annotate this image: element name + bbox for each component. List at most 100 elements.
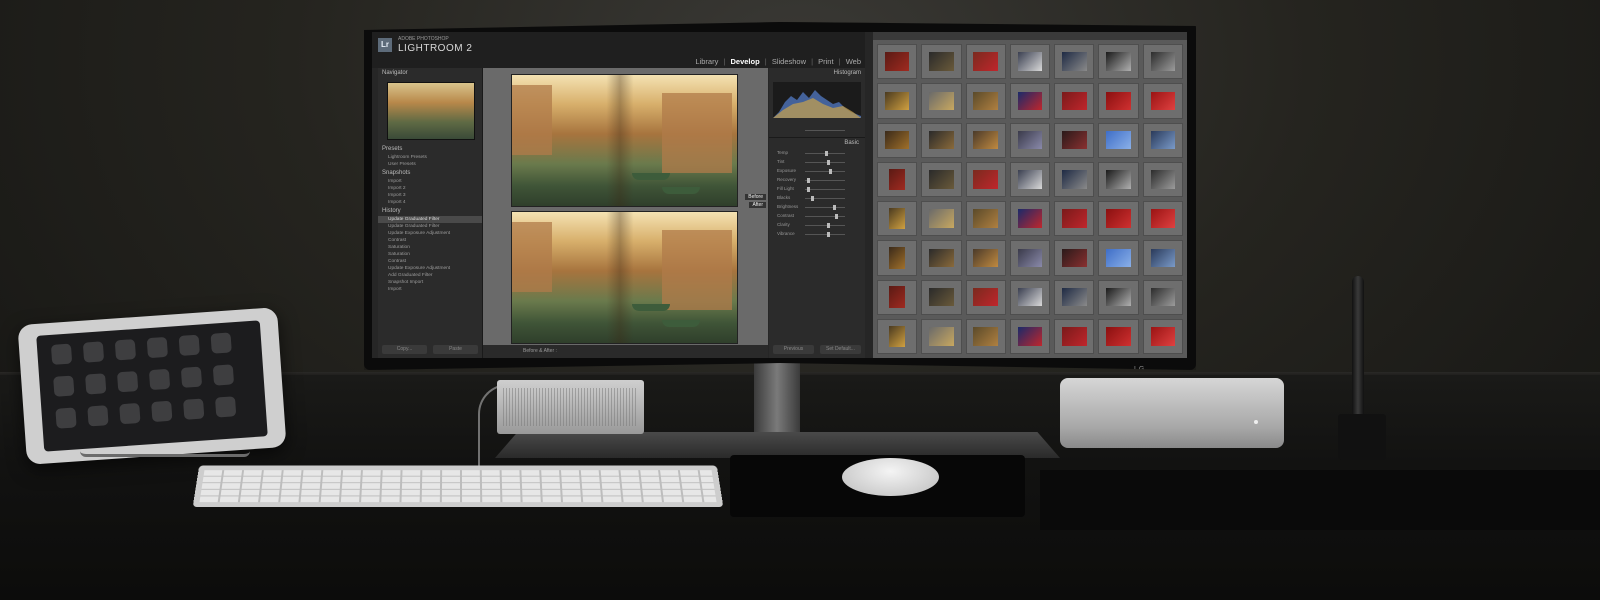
photo-thumbnail[interactable] — [877, 240, 918, 276]
photo-thumbnail[interactable] — [1142, 83, 1183, 119]
photo-thumbnail[interactable] — [1009, 83, 1051, 119]
preset-folder[interactable]: Lightroom Presets — [378, 154, 482, 161]
slider-blacks[interactable]: Blacks — [777, 195, 857, 202]
history-item[interactable]: Update Exposure Adjustment — [378, 230, 482, 237]
photo-thumbnail[interactable] — [965, 201, 1006, 237]
photo-thumbnail[interactable] — [1142, 44, 1183, 80]
photo-thumbnail[interactable] — [921, 83, 962, 119]
photo-thumbnail[interactable] — [921, 44, 962, 80]
slider-exposure[interactable]: Exposure — [777, 168, 857, 175]
set-default-button[interactable]: Set Default... — [820, 345, 861, 354]
slider-fill-light[interactable]: Fill Light — [777, 186, 857, 193]
photo-thumbnail[interactable] — [1098, 279, 1139, 315]
slider-vibrance[interactable]: Vibrance — [777, 231, 857, 238]
photo-thumbnail[interactable] — [1098, 201, 1139, 237]
slider-recovery[interactable]: Recovery — [777, 177, 857, 184]
photo-thumbnail[interactable] — [1009, 201, 1051, 237]
photo-thumbnail[interactable] — [1142, 240, 1183, 276]
photo-thumbnail[interactable] — [1054, 122, 1095, 158]
photo-thumbnail[interactable] — [1098, 83, 1139, 119]
photo-thumbnail[interactable] — [1098, 318, 1139, 354]
photo-thumbnail[interactable] — [877, 44, 918, 80]
photo-thumbnail[interactable] — [1142, 318, 1183, 354]
history-item[interactable]: Saturation — [378, 244, 482, 251]
before-photo[interactable] — [511, 74, 738, 207]
photo-thumbnail[interactable] — [1009, 122, 1051, 158]
snapshot-item[interactable]: Import — [378, 178, 482, 185]
photo-thumbnail[interactable] — [1009, 240, 1051, 276]
photo-thumbnail[interactable] — [1009, 279, 1051, 315]
history-item[interactable]: Saturation — [378, 251, 482, 258]
module-web[interactable]: Web — [846, 57, 861, 66]
photo-thumbnail[interactable] — [921, 161, 962, 197]
after-photo[interactable] — [511, 211, 738, 344]
photo-thumbnail[interactable] — [921, 201, 962, 237]
snapshots-header[interactable]: Snapshots — [378, 168, 482, 178]
paste-button[interactable]: Paste — [433, 345, 478, 354]
history-item[interactable]: Update Exposure Adjustment — [378, 265, 482, 272]
module-print[interactable]: Print — [818, 57, 833, 66]
photo-thumbnail[interactable] — [877, 122, 918, 158]
grid-toolbar[interactable] — [873, 32, 1187, 40]
module-develop[interactable]: Develop — [730, 57, 759, 66]
histogram-header[interactable]: Histogram — [769, 68, 865, 78]
photo-thumbnail[interactable] — [965, 161, 1006, 197]
photo-thumbnail[interactable] — [965, 83, 1006, 119]
photo-thumbnail[interactable] — [1009, 44, 1051, 80]
photo-thumbnail[interactable] — [877, 279, 918, 315]
history-item[interactable]: Add Graduated Filter — [378, 272, 482, 279]
photo-thumbnail[interactable] — [1142, 161, 1183, 197]
photo-thumbnail[interactable] — [1054, 83, 1095, 119]
develop-toolbar[interactable]: Before & After : — [483, 345, 768, 358]
basic-header[interactable]: Basic — [769, 137, 865, 148]
photo-thumbnail[interactable] — [1054, 279, 1095, 315]
photo-thumbnail[interactable] — [921, 318, 962, 354]
module-library[interactable]: Library — [695, 57, 718, 66]
snapshot-item[interactable]: Import 4 — [378, 199, 482, 206]
photo-thumbnail[interactable] — [1098, 122, 1139, 158]
photo-thumbnail[interactable] — [1098, 161, 1139, 197]
photo-thumbnail[interactable] — [965, 279, 1006, 315]
slider-contrast[interactable]: Contrast — [777, 213, 857, 220]
history-item[interactable]: Update Graduated Filter — [378, 216, 482, 223]
snapshot-item[interactable]: Import 2 — [378, 185, 482, 192]
photo-thumbnail[interactable] — [1054, 161, 1095, 197]
photo-thumbnail[interactable] — [1098, 240, 1139, 276]
photo-thumbnail[interactable] — [1009, 161, 1051, 197]
photo-thumbnail[interactable] — [1054, 201, 1095, 237]
photo-thumbnail[interactable] — [965, 122, 1006, 158]
tool-strip[interactable] — [777, 128, 857, 134]
photo-thumbnail[interactable] — [1098, 44, 1139, 80]
photo-thumbnail[interactable] — [965, 318, 1006, 354]
photo-thumbnail[interactable] — [877, 201, 918, 237]
photo-thumbnail[interactable] — [877, 83, 918, 119]
photo-thumbnail[interactable] — [965, 240, 1006, 276]
photo-thumbnail[interactable] — [1054, 240, 1095, 276]
photo-thumbnail[interactable] — [877, 161, 918, 197]
slider-temp[interactable]: Temp — [777, 150, 857, 157]
photo-thumbnail[interactable] — [921, 122, 962, 158]
history-header[interactable]: History — [378, 206, 482, 216]
photo-thumbnail[interactable] — [1142, 201, 1183, 237]
photo-thumbnail[interactable] — [921, 279, 962, 315]
slider-brightness[interactable]: Brightness — [777, 204, 857, 211]
history-item[interactable]: Contrast — [378, 258, 482, 265]
photo-thumbnail[interactable] — [1142, 122, 1183, 158]
preset-folder[interactable]: User Presets — [378, 161, 482, 168]
photo-thumbnail[interactable] — [1009, 318, 1051, 354]
photo-thumbnail[interactable] — [965, 44, 1006, 80]
copy-button[interactable]: Copy... — [382, 345, 427, 354]
navigator-header[interactable]: Navigator — [378, 68, 482, 78]
slider-tint[interactable]: Tint — [777, 159, 857, 166]
history-item[interactable]: Snapshot Import — [378, 279, 482, 286]
navigator-preview[interactable] — [387, 82, 475, 140]
photo-thumbnail[interactable] — [921, 240, 962, 276]
photo-thumbnail[interactable] — [1054, 44, 1095, 80]
history-item[interactable]: Update Graduated Filter — [378, 223, 482, 230]
history-item[interactable]: Import — [378, 286, 482, 293]
photo-thumbnail[interactable] — [1142, 279, 1183, 315]
module-slideshow[interactable]: Slideshow — [772, 57, 806, 66]
previous-button[interactable]: Previous — [773, 345, 814, 354]
slider-clarity[interactable]: Clarity — [777, 222, 857, 229]
photo-thumbnail[interactable] — [877, 318, 918, 354]
